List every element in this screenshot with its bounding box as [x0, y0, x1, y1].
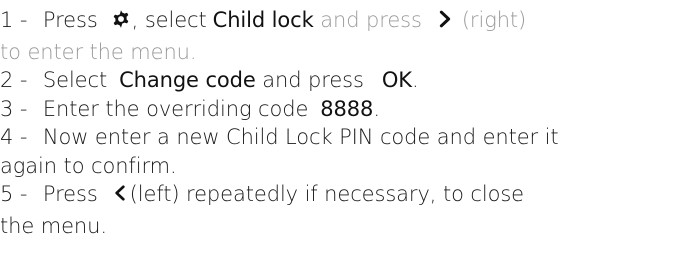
override-code: 8888	[320, 96, 374, 121]
step-text: and press	[313, 8, 422, 32]
step-text: (right)	[461, 8, 527, 32]
step-text: Select	[42, 68, 108, 92]
step-text: .	[411, 68, 419, 92]
step-1-line-2: to enter the menu.	[0, 39, 197, 64]
step-number: 4 -	[0, 125, 34, 149]
step-5-line-2: the menu.	[0, 213, 107, 238]
gear-icon	[110, 8, 132, 38]
step-number: 1 -	[0, 8, 34, 32]
ok-label: OK	[381, 68, 412, 92]
step-4-line-2: again to confirm.	[0, 153, 177, 178]
step-text: Press	[42, 8, 98, 32]
step-text: Press	[42, 182, 98, 206]
instruction-page: 1 - Press , select Child lock and press (…	[0, 0, 692, 271]
step-number: 5 -	[0, 182, 34, 206]
step-text: , select	[131, 8, 207, 32]
step-4-line-1: 4 - Now enter a new Child Lock PIN code …	[0, 123, 690, 152]
step-1-line-1: 1 - Press , select Child lock and press (…	[0, 6, 690, 38]
chevron-right-icon	[434, 8, 456, 38]
step-text: Now enter a new Child Lock PIN code and …	[42, 125, 559, 149]
steps-list: 1 - Press , select Child lock and press (…	[0, 6, 690, 240]
child-lock-label: Child lock	[212, 8, 314, 32]
step-text: (left) repeatedly if necessary, to close	[129, 182, 524, 206]
step-text: .	[373, 96, 380, 121]
step-5-line-1: 5 - Press (left) repeatedly if necessary…	[0, 180, 690, 212]
step-text: and press	[255, 68, 364, 92]
step-number: 2 -	[0, 68, 34, 92]
step-3-line-1: 3 - Enter the overriding code 8888.	[0, 95, 690, 124]
chevron-left-icon	[110, 182, 130, 212]
change-code-label: Change code	[119, 68, 256, 92]
step-number: 3 -	[0, 96, 34, 121]
step-2-line-1: 2 - Select Change code and press OK.	[0, 66, 690, 95]
step-text: Enter the overriding code	[42, 96, 309, 121]
